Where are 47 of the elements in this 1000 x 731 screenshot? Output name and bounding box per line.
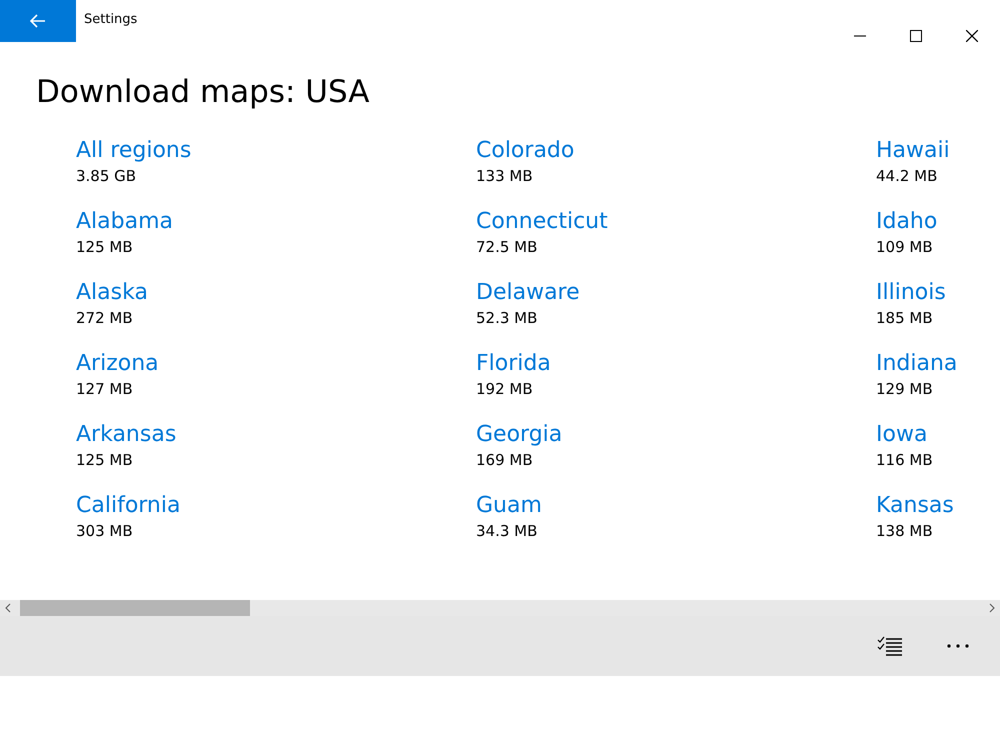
- region-link[interactable]: Colorado: [476, 136, 574, 166]
- back-arrow-icon: [30, 14, 46, 28]
- region-link[interactable]: Georgia: [476, 420, 562, 450]
- maximize-icon: [910, 30, 922, 42]
- download-size: 109 MB: [876, 237, 933, 257]
- download-size: 116 MB: [876, 450, 933, 470]
- page-heading: Download maps: USA: [36, 74, 370, 110]
- region-link[interactable]: Arizona: [76, 349, 159, 379]
- download-size: 272 MB: [76, 308, 133, 328]
- region-link[interactable]: Alabama: [76, 207, 174, 237]
- download-size: 72.5 MB: [476, 237, 538, 257]
- scrollbar-thumb[interactable]: [20, 600, 250, 616]
- region-link[interactable]: California: [76, 491, 180, 521]
- checklist-icon: [877, 636, 903, 656]
- region-link[interactable]: Arkansas: [76, 420, 176, 450]
- minimize-icon: [854, 35, 866, 37]
- horizontal-scrollbar[interactable]: [0, 600, 1000, 616]
- region-link[interactable]: Idaho: [876, 207, 938, 237]
- download-size: 192 MB: [476, 379, 533, 399]
- region-link[interactable]: Alaska: [76, 278, 148, 308]
- region-link[interactable]: Kansas: [876, 491, 954, 521]
- region-link[interactable]: Guam: [476, 491, 542, 521]
- download-size: 127 MB: [76, 379, 133, 399]
- download-size: 169 MB: [476, 450, 533, 470]
- download-size: 3.85 GB: [76, 166, 136, 186]
- download-size: 125 MB: [76, 237, 133, 257]
- download-size: 138 MB: [876, 521, 933, 541]
- download-size: 125 MB: [76, 450, 133, 470]
- region-link[interactable]: Hawaii: [876, 136, 950, 166]
- region-link[interactable]: Indiana: [876, 349, 958, 379]
- region-link[interactable]: Connecticut: [476, 207, 608, 237]
- region-link[interactable]: Iowa: [876, 420, 928, 450]
- region-link[interactable]: Illinois: [876, 278, 946, 308]
- download-size: 303 MB: [76, 521, 133, 541]
- download-size: 129 MB: [876, 379, 933, 399]
- region-link[interactable]: Delaware: [476, 278, 580, 308]
- region-link[interactable]: Florida: [476, 349, 551, 379]
- download-size: 44.2 MB: [876, 166, 938, 186]
- window-title: Settings: [84, 12, 138, 27]
- download-size: 133 MB: [476, 166, 533, 186]
- download-size: 52.3 MB: [476, 308, 538, 328]
- download-size: 34.3 MB: [476, 521, 538, 541]
- region-link[interactable]: All regions: [76, 136, 192, 166]
- close-icon: [966, 30, 978, 42]
- back-button[interactable]: [0, 0, 76, 42]
- download-size: 185 MB: [876, 308, 933, 328]
- more-icon: [947, 644, 969, 648]
